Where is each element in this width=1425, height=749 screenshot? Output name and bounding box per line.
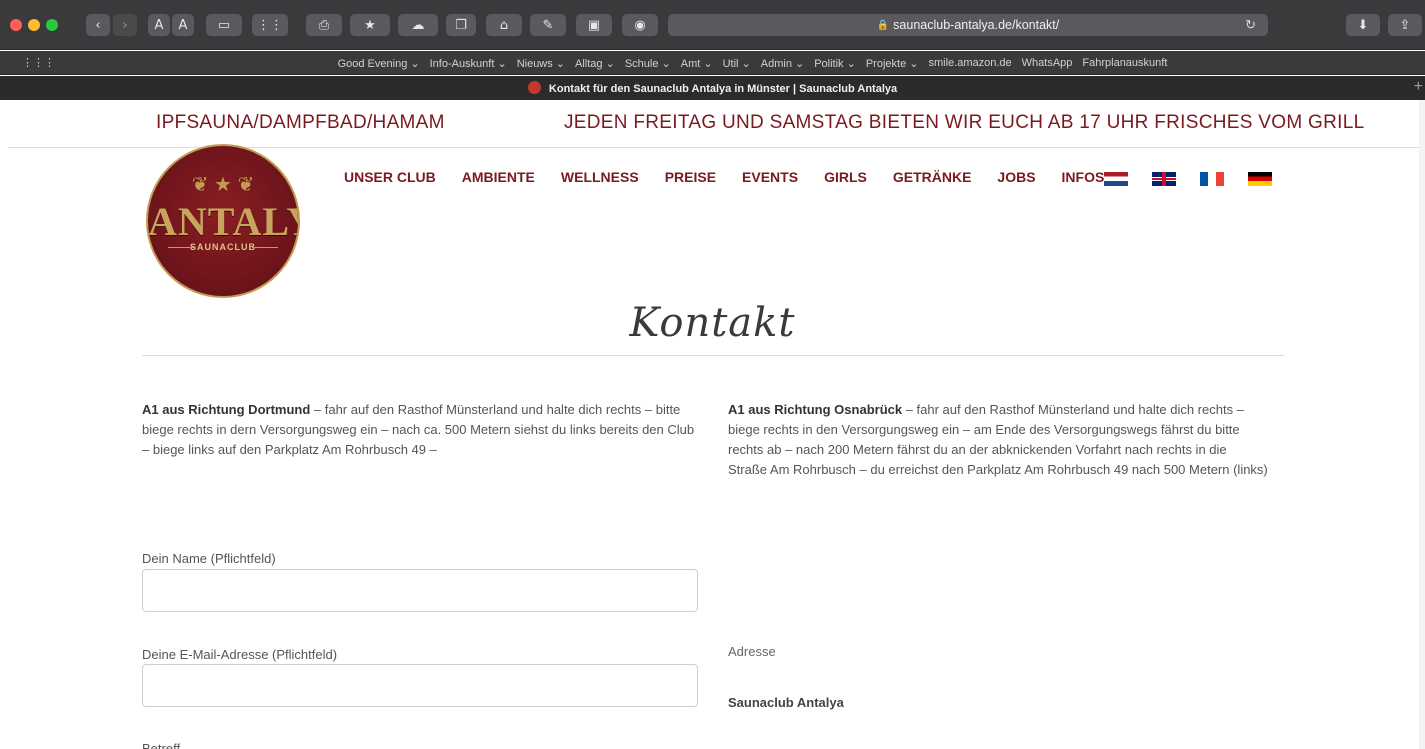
nav-unser-club[interactable]: UNSER CLUB <box>344 169 436 185</box>
favorite-item[interactable]: Projekte ⌄ <box>866 57 919 70</box>
favorites-bar: ⋮⋮⋮ Good Evening ⌄ Info-Auskunft ⌄ Nieuws … <box>0 51 1425 75</box>
flag-france-icon[interactable] <box>1200 172 1224 186</box>
reload-icon[interactable]: ↻ <box>1245 17 1256 33</box>
heading-divider <box>142 355 1284 356</box>
email-label: Deine E-Mail-Adresse (Pflichtfeld) <box>142 647 338 662</box>
nav-girls[interactable]: GIRLS <box>824 169 867 185</box>
logo-ornament-icon: ❦ ★ ❦ <box>191 174 255 196</box>
flag-uk-icon[interactable] <box>1152 172 1176 186</box>
directions-osnabrueck: A1 aus Richtung Osnabrück – fahr auf den… <box>728 400 1268 480</box>
page-title: Kontakt <box>629 300 796 346</box>
nav-wellness[interactable]: WELLNESS <box>561 169 639 185</box>
nav-infos-label: INFOS <box>1061 169 1105 185</box>
share-icon[interactable]: ⇪ <box>1388 14 1422 36</box>
favorite-item[interactable]: Schule ⌄ <box>625 57 671 70</box>
cloud-icon[interactable]: ☁ <box>398 14 438 36</box>
address-label: Adresse <box>728 644 776 659</box>
favorite-item[interactable]: Amt ⌄ <box>681 57 713 70</box>
top-bar-right-text: JEDEN FREITAG UND SAMSTAG BIETEN WIR EUC… <box>564 112 1365 133</box>
back-button[interactable]: ‹ <box>86 14 110 36</box>
name-label: Dein Name (Pflichtfeld) <box>142 551 276 566</box>
home-icon[interactable]: ⌂ <box>486 14 522 36</box>
directions-dortmund: A1 aus Richtung Dortmund – fahr auf den … <box>142 400 702 460</box>
url-text: saunaclub-antalya.de/kontakt/ <box>893 18 1060 32</box>
favorite-item[interactable]: Nieuws ⌄ <box>517 57 565 70</box>
top-bar-left-text: IPFSAUNA/DAMPFBAD/HAMAM <box>156 112 445 133</box>
favorite-item[interactable]: WhatsApp <box>1022 57 1073 70</box>
tabs-icon[interactable]: ❐ <box>446 14 476 36</box>
email-input[interactable] <box>142 664 698 707</box>
address-name: Saunaclub Antalya <box>728 695 844 710</box>
favorite-item[interactable]: smile.amazon.de <box>928 57 1011 70</box>
flag-germany-icon[interactable] <box>1248 172 1272 186</box>
logo-line-right <box>252 247 278 248</box>
logo-brand: ANTALYA <box>148 199 298 244</box>
nav-getraenke[interactable]: GETRÄNKE <box>893 169 972 185</box>
nav-preise[interactable]: PREISE <box>665 169 716 185</box>
nav-events[interactable]: EVENTS <box>742 169 798 185</box>
address-bar[interactable]: 🔒 saunaclub-antalya.de/kontakt/ ↻ <box>668 14 1268 36</box>
print-icon[interactable]: ⎙ <box>306 14 342 36</box>
favorite-item[interactable]: Fahrplanauskunft <box>1082 57 1167 70</box>
text-larger-button[interactable]: A <box>172 14 194 36</box>
bookmark-star-icon[interactable]: ★ <box>350 14 390 36</box>
favorite-item[interactable]: Util ⌄ <box>723 57 751 70</box>
page-scrollbar[interactable] <box>1419 100 1425 749</box>
browser-toolbar: ‹ › A A ▭ ⋮⋮ ⎙ ★ ☁ ❐ ⌂ ✎ ▣ ◉ 🔒 saunaclub… <box>0 0 1425 50</box>
directions-osnabrueck-title: A1 aus Richtung Osnabrück <box>728 402 903 417</box>
tab-bar: Kontakt für den Saunaclub Antalya in Mün… <box>0 76 1425 100</box>
favorite-item[interactable]: Info-Auskunft ⌄ <box>430 57 507 70</box>
download-icon[interactable]: ⬇ <box>1346 14 1380 36</box>
shield-icon[interactable]: ◉ <box>622 14 658 36</box>
nav-jobs[interactable]: JOBS <box>997 169 1035 185</box>
lock-icon: 🔒 <box>876 19 890 31</box>
minimize-window-button[interactable] <box>28 19 40 31</box>
favorite-item[interactable]: Good Evening ⌄ <box>338 57 420 70</box>
tab-title: Kontakt für den Saunaclub Antalya in Mün… <box>548 83 898 95</box>
favorite-item[interactable]: Politik ⌄ <box>814 57 856 70</box>
main-nav: UNSER CLUB AMBIENTE WELLNESS PREISE EVEN… <box>344 169 1142 185</box>
directions-dortmund-title: A1 aus Richtung Dortmund <box>142 402 311 417</box>
text-smaller-button[interactable]: A <box>148 14 170 36</box>
zoom-window-button[interactable] <box>46 19 58 31</box>
active-tab[interactable]: Kontakt für den Saunaclub Antalya in Mün… <box>0 81 1425 95</box>
sidebar-icon[interactable]: ▭ <box>206 14 242 36</box>
tab-favicon-icon <box>527 81 541 94</box>
subject-label: Betreff <box>142 741 181 749</box>
web-page: IPFSAUNA/DAMPFBAD/HAMAM JEDEN FREITAG UN… <box>0 100 1425 749</box>
nav-ambiente[interactable]: AMBIENTE <box>462 169 535 185</box>
edit-icon[interactable]: ✎ <box>530 14 566 36</box>
favorite-item[interactable]: Admin ⌄ <box>761 57 804 70</box>
favorites-list: Good Evening ⌄ Info-Auskunft ⌄ Nieuws ⌄ All… <box>0 57 1425 70</box>
site-logo[interactable]: ❦ ★ ❦ ANTALYA SAUNACLUB <box>146 144 300 298</box>
flag-netherlands-icon[interactable] <box>1104 172 1128 186</box>
new-tab-icon[interactable]: + <box>1414 78 1423 96</box>
name-input[interactable] <box>142 569 698 612</box>
close-window-button[interactable] <box>10 19 22 31</box>
reader-icon[interactable]: ▣ <box>576 14 612 36</box>
apps-grid-icon[interactable]: ⋮⋮ <box>252 14 288 36</box>
favorite-item[interactable]: Alltag ⌄ <box>575 57 615 70</box>
forward-button[interactable]: › <box>113 14 137 36</box>
